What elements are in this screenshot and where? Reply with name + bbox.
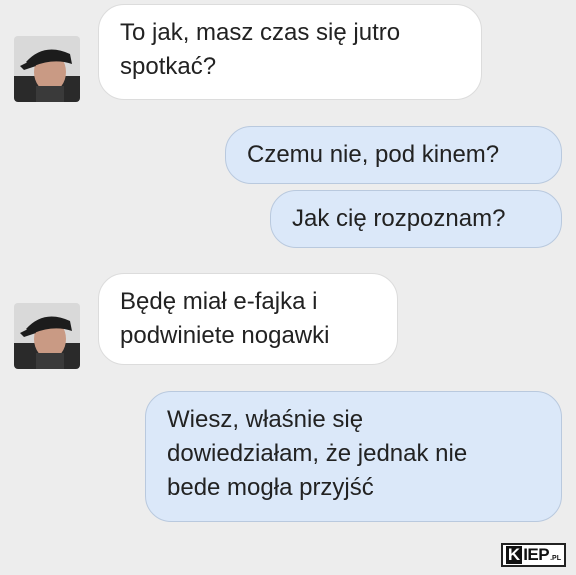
message-bubble-outgoing: Jak cię rozpoznam?	[270, 190, 562, 248]
message-bubble-outgoing: Wiesz, właśnie się dowiedziałam, że jedn…	[145, 391, 562, 522]
sender-avatar[interactable]	[14, 303, 80, 369]
avatar-photo-icon	[14, 36, 80, 102]
watermark-k: K	[505, 545, 523, 564]
message-line: bede mogła przyjść	[167, 474, 374, 501]
message-bubble-incoming: Będę miał e-fajka i podwiniete nogawki	[98, 273, 398, 365]
message-line: Będę miał e-fajka i	[120, 288, 318, 315]
chat-thread: To jak, masz czas się jutro spotkać? Cze…	[0, 0, 576, 575]
watermark-iep: IEP	[523, 545, 550, 564]
message-line: spotkać?	[120, 53, 217, 80]
message-bubble-incoming: To jak, masz czas się jutro spotkać?	[98, 4, 482, 100]
message-line: dowiedziałam, że jednak nie	[167, 440, 468, 467]
message-bubble-outgoing: Czemu nie, pod kinem?	[225, 126, 562, 184]
watermark-pl: .PL	[550, 555, 561, 562]
kiep-watermark-logo: K IEP .PL	[500, 543, 566, 567]
message-line: To jak, masz czas się jutro	[120, 19, 401, 46]
message-line: Jak cię rozpoznam?	[292, 205, 506, 232]
message-line: podwiniete nogawki	[120, 322, 330, 349]
message-line: Wiesz, właśnie się	[167, 406, 364, 433]
message-line: Czemu nie, pod kinem?	[247, 141, 500, 168]
avatar-photo-icon	[14, 303, 80, 369]
sender-avatar[interactable]	[14, 36, 80, 102]
